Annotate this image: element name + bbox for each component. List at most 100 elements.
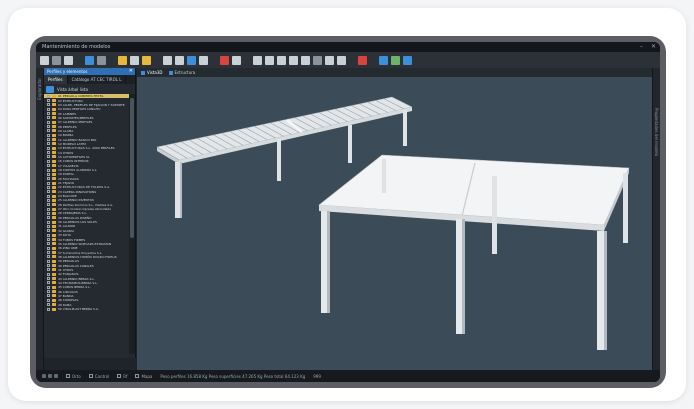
status-home-icon[interactable] xyxy=(42,374,46,378)
expand-icon[interactable] xyxy=(47,233,50,237)
expand-icon[interactable] xyxy=(47,94,50,98)
expand-icon[interactable] xyxy=(47,264,50,268)
status-zoom-icon[interactable] xyxy=(48,374,52,378)
expand-icon[interactable] xyxy=(47,138,50,142)
left-side-strip[interactable]: Explorador xyxy=(36,68,44,370)
copy-icon[interactable] xyxy=(175,55,184,65)
orto-checkbox[interactable] xyxy=(66,374,70,378)
expand-icon[interactable] xyxy=(47,290,50,294)
grid-icon[interactable] xyxy=(52,55,61,65)
tree-scrollbar[interactable] xyxy=(129,94,135,354)
rotate-icon[interactable] xyxy=(85,55,94,65)
info-icon[interactable] xyxy=(379,55,388,65)
expand-icon[interactable] xyxy=(47,116,50,120)
table-icon[interactable] xyxy=(253,55,262,65)
flag-icon[interactable] xyxy=(358,55,367,65)
expand-icon[interactable] xyxy=(47,255,50,259)
right-side-strip[interactable]: Propiedades del modelo xyxy=(652,68,660,370)
expand-icon[interactable] xyxy=(47,172,50,176)
export-icon[interactable] xyxy=(301,55,310,65)
expand-icon[interactable] xyxy=(47,294,50,298)
expand-icon[interactable] xyxy=(47,303,50,307)
expand-icon[interactable] xyxy=(47,216,50,220)
expand-icon[interactable] xyxy=(47,125,50,129)
expand-icon[interactable] xyxy=(47,194,50,198)
settings-icon[interactable] xyxy=(199,55,208,65)
status-mapa[interactable]: Mapa xyxy=(135,374,152,379)
expand-icon[interactable] xyxy=(47,242,50,246)
folder-icon[interactable] xyxy=(118,55,127,65)
tab-estructura[interactable]: Estructura xyxy=(168,70,195,75)
tab-vista3d[interactable]: Vista3D xyxy=(141,70,163,75)
expand-icon[interactable] xyxy=(47,198,50,202)
undo-icon[interactable] xyxy=(97,55,106,65)
layers-icon[interactable] xyxy=(265,55,274,65)
tree-item[interactable]: 50 VIDALPLAST BERRA S.A. xyxy=(44,307,130,311)
close-button[interactable]: ✕ xyxy=(651,42,656,52)
expand-icon[interactable] xyxy=(47,142,50,146)
expand-icon[interactable] xyxy=(47,112,50,116)
expand-icon[interactable] xyxy=(47,246,50,250)
view-icon[interactable] xyxy=(325,55,334,65)
expand-icon[interactable] xyxy=(47,268,50,272)
cut-icon[interactable] xyxy=(163,55,172,65)
tree-view-icon[interactable] xyxy=(46,85,54,93)
minimize-button[interactable]: – xyxy=(640,42,643,52)
status-rf[interactable]: Rf xyxy=(117,374,127,379)
expand-icon[interactable] xyxy=(47,259,50,263)
rf-checkbox[interactable] xyxy=(117,374,122,378)
folder-open-icon[interactable] xyxy=(142,55,151,65)
expand-icon[interactable] xyxy=(47,99,50,103)
expand-icon[interactable] xyxy=(47,146,50,150)
expand-icon[interactable] xyxy=(47,229,50,233)
status-orto[interactable]: Orto xyxy=(66,374,81,379)
search-icon[interactable] xyxy=(187,55,196,65)
expand-icon[interactable] xyxy=(47,151,50,155)
expand-icon[interactable] xyxy=(47,129,50,133)
expand-icon[interactable] xyxy=(47,164,50,168)
expand-icon[interactable] xyxy=(47,155,50,159)
panel-close-icon[interactable]: ✕ xyxy=(129,68,133,75)
measure-icon[interactable] xyxy=(232,55,241,65)
status-control[interactable]: Control xyxy=(88,374,109,379)
expand-icon[interactable] xyxy=(47,251,50,255)
new-icon[interactable] xyxy=(40,55,49,65)
expand-icon[interactable] xyxy=(47,185,50,189)
expand-icon[interactable] xyxy=(47,181,50,185)
expand-icon[interactable] xyxy=(47,224,50,228)
dimension-icon[interactable] xyxy=(337,55,346,65)
viewport-3d[interactable]: Vista3D Estructura xyxy=(137,68,652,370)
expand-icon[interactable] xyxy=(47,107,50,111)
expand-icon[interactable] xyxy=(47,159,50,163)
print-icon[interactable] xyxy=(289,55,298,65)
expand-icon[interactable] xyxy=(47,298,50,302)
scroll-thumb[interactable] xyxy=(130,98,134,238)
help-icon[interactable] xyxy=(403,55,412,65)
document-icon[interactable] xyxy=(130,55,139,65)
expand-icon[interactable] xyxy=(47,211,50,215)
check-icon[interactable] xyxy=(391,55,400,65)
expand-icon[interactable] xyxy=(47,168,50,172)
expand-icon[interactable] xyxy=(47,120,50,124)
save-icon[interactable] xyxy=(64,55,73,65)
expand-icon[interactable] xyxy=(47,203,50,207)
status-tools[interactable] xyxy=(42,374,58,378)
tab-perfiles[interactable]: Perfiles xyxy=(44,75,68,84)
expand-icon[interactable] xyxy=(47,238,50,242)
mapa-checkbox[interactable] xyxy=(135,374,140,378)
expand-icon[interactable] xyxy=(47,307,50,311)
expand-icon[interactable] xyxy=(47,133,50,137)
expand-icon[interactable] xyxy=(47,272,50,276)
control-checkbox[interactable] xyxy=(88,374,93,378)
record-icon[interactable] xyxy=(220,55,229,65)
status-pan-icon[interactable] xyxy=(54,374,58,378)
expand-icon[interactable] xyxy=(47,207,50,211)
expand-icon[interactable] xyxy=(47,103,50,107)
expand-icon[interactable] xyxy=(47,285,50,289)
tab-catalogo[interactable]: Catálogo AT CEC TIROL L xyxy=(68,75,127,84)
expand-icon[interactable] xyxy=(47,190,50,194)
expand-icon[interactable] xyxy=(47,177,50,181)
ruler-icon[interactable] xyxy=(313,55,322,65)
expand-icon[interactable] xyxy=(47,220,50,224)
expand-icon[interactable] xyxy=(47,277,50,281)
